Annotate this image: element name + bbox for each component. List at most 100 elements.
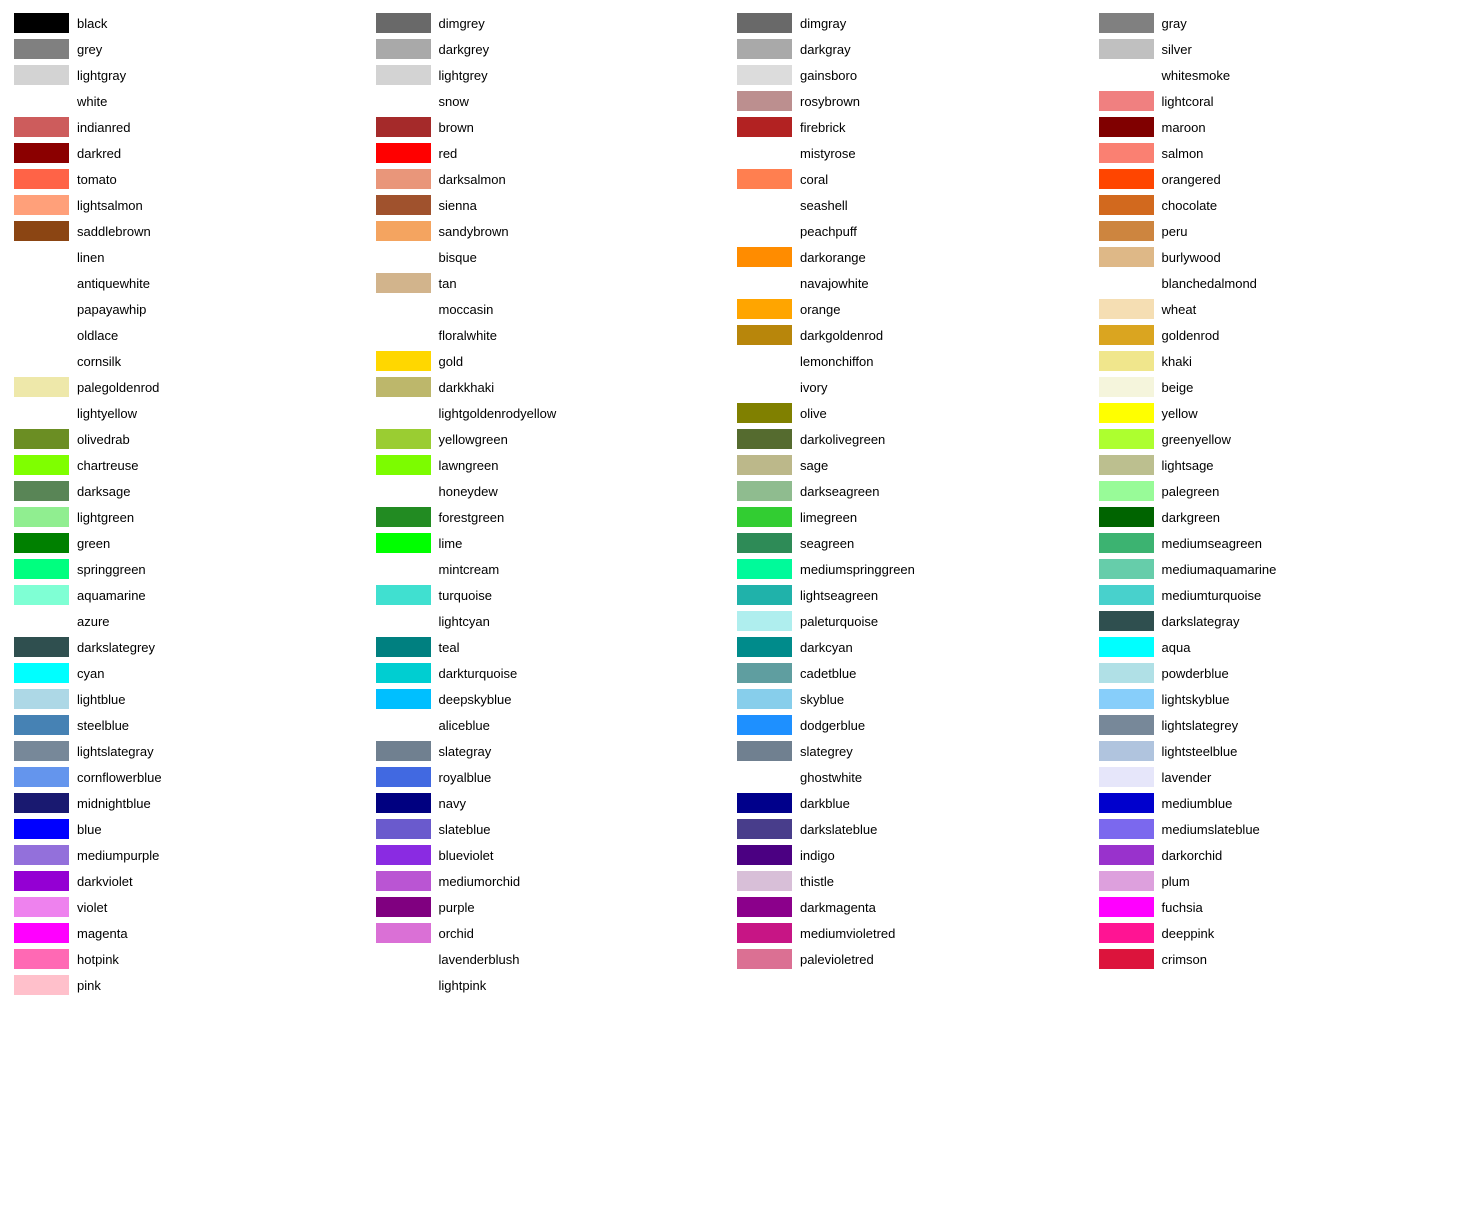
color-item[interactable]: black — [10, 10, 372, 36]
color-item[interactable]: olivedrab — [10, 426, 372, 452]
color-item[interactable]: cadetblue — [733, 660, 1095, 686]
color-item[interactable]: lightsteelblue — [1095, 738, 1457, 764]
color-item[interactable]: honeydew — [372, 478, 734, 504]
color-item[interactable]: aquamarine — [10, 582, 372, 608]
color-item[interactable]: mediumblue — [1095, 790, 1457, 816]
color-item[interactable]: palevioletred — [733, 946, 1095, 972]
color-item[interactable]: blue — [10, 816, 372, 842]
color-item[interactable]: darkorange — [733, 244, 1095, 270]
color-item[interactable]: gold — [372, 348, 734, 374]
color-item[interactable]: maroon — [1095, 114, 1457, 140]
color-item[interactable]: dimgrey — [372, 10, 734, 36]
color-item[interactable]: lime — [372, 530, 734, 556]
color-item[interactable]: palegreen — [1095, 478, 1457, 504]
color-item[interactable]: peru — [1095, 218, 1457, 244]
color-item[interactable]: navy — [372, 790, 734, 816]
color-item[interactable]: lightgoldenrodyellow — [372, 400, 734, 426]
color-item[interactable]: snow — [372, 88, 734, 114]
color-item[interactable]: indianred — [10, 114, 372, 140]
color-item[interactable]: darkmagenta — [733, 894, 1095, 920]
color-item[interactable]: mediumaquamarine — [1095, 556, 1457, 582]
color-item[interactable]: darkseagreen — [733, 478, 1095, 504]
color-item[interactable]: firebrick — [733, 114, 1095, 140]
color-item[interactable]: lightcyan — [372, 608, 734, 634]
color-item[interactable]: orchid — [372, 920, 734, 946]
color-item[interactable]: lawngreen — [372, 452, 734, 478]
color-item[interactable]: darkblue — [733, 790, 1095, 816]
color-item[interactable]: lightseagreen — [733, 582, 1095, 608]
color-item[interactable]: midnightblue — [10, 790, 372, 816]
color-item[interactable]: chocolate — [1095, 192, 1457, 218]
color-item[interactable]: rosybrown — [733, 88, 1095, 114]
color-item[interactable]: limegreen — [733, 504, 1095, 530]
color-item[interactable]: darkgray — [733, 36, 1095, 62]
color-item[interactable]: springgreen — [10, 556, 372, 582]
color-item[interactable]: peachpuff — [733, 218, 1095, 244]
color-item[interactable]: mediumturquoise — [1095, 582, 1457, 608]
color-item[interactable]: olive — [733, 400, 1095, 426]
color-item[interactable]: darkolivegreen — [733, 426, 1095, 452]
color-item[interactable]: papayawhip — [10, 296, 372, 322]
color-item[interactable]: white — [10, 88, 372, 114]
color-item[interactable]: lightgray — [10, 62, 372, 88]
color-item[interactable]: royalblue — [372, 764, 734, 790]
color-item[interactable]: mediumpurple — [10, 842, 372, 868]
color-item[interactable]: purple — [372, 894, 734, 920]
color-item[interactable]: crimson — [1095, 946, 1457, 972]
color-item[interactable]: forestgreen — [372, 504, 734, 530]
color-item[interactable]: slategray — [372, 738, 734, 764]
color-item[interactable]: chartreuse — [10, 452, 372, 478]
color-item[interactable]: sage — [733, 452, 1095, 478]
color-item[interactable]: lavender — [1095, 764, 1457, 790]
color-item[interactable]: yellow — [1095, 400, 1457, 426]
color-item[interactable]: khaki — [1095, 348, 1457, 374]
color-item[interactable]: seagreen — [733, 530, 1095, 556]
color-item[interactable]: darkturquoise — [372, 660, 734, 686]
color-item[interactable]: tomato — [10, 166, 372, 192]
color-item[interactable]: green — [10, 530, 372, 556]
color-item[interactable]: darksalmon — [372, 166, 734, 192]
color-item[interactable]: indigo — [733, 842, 1095, 868]
color-item[interactable]: darkslategrey — [10, 634, 372, 660]
color-item[interactable]: violet — [10, 894, 372, 920]
color-item[interactable]: paleturquoise — [733, 608, 1095, 634]
color-item[interactable]: cornsilk — [10, 348, 372, 374]
color-item[interactable]: darksage — [10, 478, 372, 504]
color-item[interactable]: seashell — [733, 192, 1095, 218]
color-item[interactable]: cyan — [10, 660, 372, 686]
color-item[interactable]: aqua — [1095, 634, 1457, 660]
color-item[interactable]: sienna — [372, 192, 734, 218]
color-item[interactable]: burlywood — [1095, 244, 1457, 270]
color-item[interactable]: lemonchiffon — [733, 348, 1095, 374]
color-item[interactable]: goldenrod — [1095, 322, 1457, 348]
color-item[interactable]: mintcream — [372, 556, 734, 582]
color-item[interactable]: wheat — [1095, 296, 1457, 322]
color-item[interactable]: azure — [10, 608, 372, 634]
color-item[interactable]: steelblue — [10, 712, 372, 738]
color-item[interactable]: teal — [372, 634, 734, 660]
color-item[interactable]: brown — [372, 114, 734, 140]
color-item[interactable]: mediumspringgreen — [733, 556, 1095, 582]
color-item[interactable]: mediumvioletred — [733, 920, 1095, 946]
color-item[interactable]: oldlace — [10, 322, 372, 348]
color-item[interactable]: gainsboro — [733, 62, 1095, 88]
color-item[interactable]: palegoldenrod — [10, 374, 372, 400]
color-item[interactable]: lightslategrey — [1095, 712, 1457, 738]
color-item[interactable]: linen — [10, 244, 372, 270]
color-item[interactable]: skyblue — [733, 686, 1095, 712]
color-item[interactable]: plum — [1095, 868, 1457, 894]
color-item[interactable]: lightblue — [10, 686, 372, 712]
color-item[interactable]: mediumorchid — [372, 868, 734, 894]
color-item[interactable]: lightskyblue — [1095, 686, 1457, 712]
color-item[interactable]: blanchedalmond — [1095, 270, 1457, 296]
color-item[interactable]: lightsage — [1095, 452, 1457, 478]
color-item[interactable]: darkgreen — [1095, 504, 1457, 530]
color-item[interactable]: darkgoldenrod — [733, 322, 1095, 348]
color-item[interactable]: navajowhite — [733, 270, 1095, 296]
color-item[interactable]: floralwhite — [372, 322, 734, 348]
color-item[interactable]: antiquewhite — [10, 270, 372, 296]
color-item[interactable]: red — [372, 140, 734, 166]
color-item[interactable]: ivory — [733, 374, 1095, 400]
color-item[interactable]: dimgray — [733, 10, 1095, 36]
color-item[interactable]: slategrey — [733, 738, 1095, 764]
